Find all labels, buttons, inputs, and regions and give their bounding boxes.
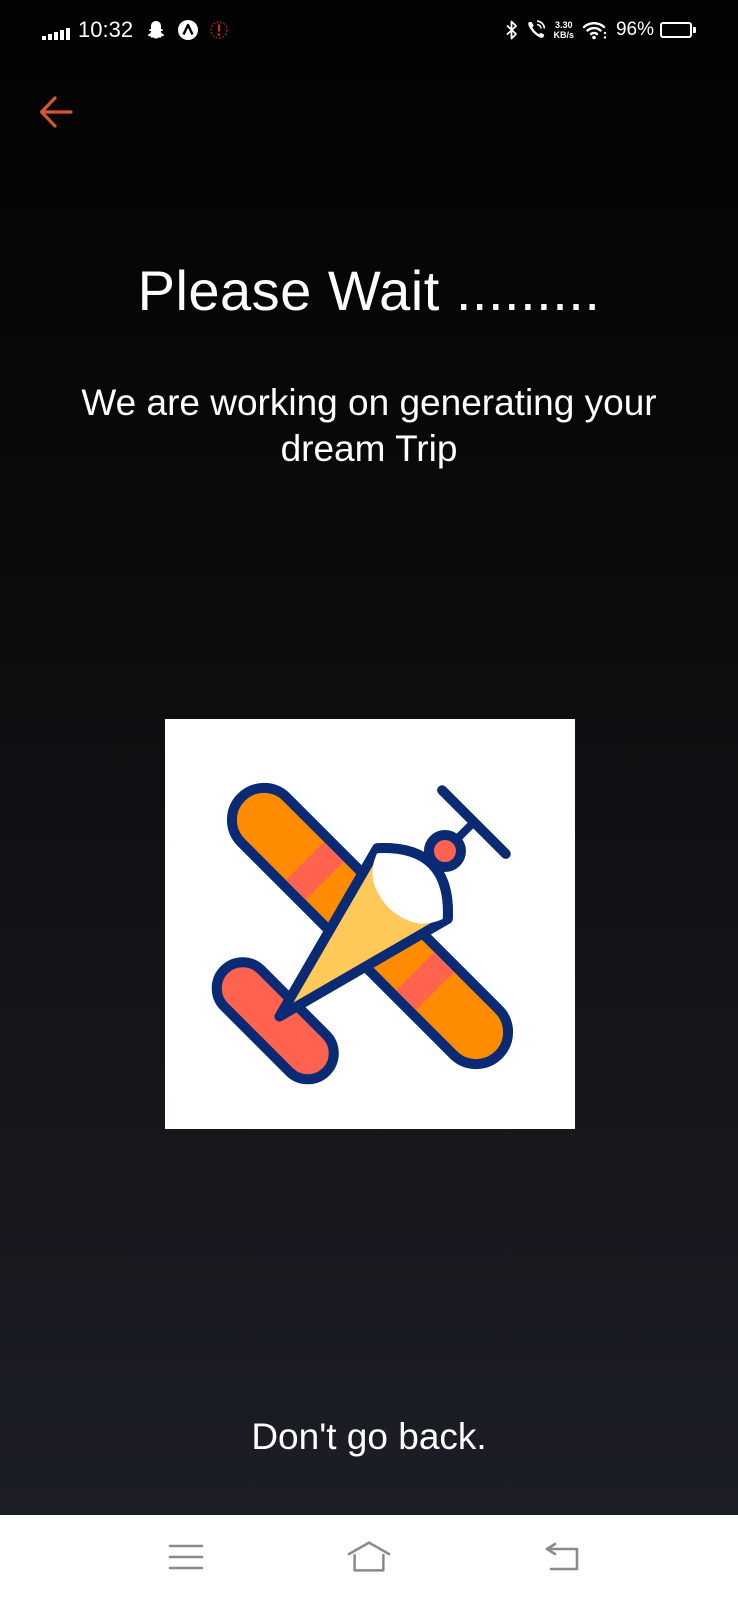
wifi-icon xyxy=(582,19,608,41)
net-speed-value: 3.30 xyxy=(554,20,573,30)
status-time: 10:32 xyxy=(78,17,134,42)
loading-illustration xyxy=(165,719,575,1129)
system-nav-bar xyxy=(0,1515,738,1600)
net-speed-unit: KB/s xyxy=(553,30,574,40)
status-bar: 10:32 3.30 KB/s 96% xyxy=(0,0,738,60)
battery-percent: 96% xyxy=(615,19,654,40)
app-a-icon xyxy=(177,19,199,41)
notification-icon xyxy=(209,20,229,40)
signal-icon xyxy=(42,26,70,40)
arrow-left-icon xyxy=(39,96,73,128)
home-icon xyxy=(347,1541,391,1572)
net-speed: 3.30 KB/s xyxy=(553,20,574,40)
back-icon xyxy=(545,1542,579,1571)
status-bar-right: 3.30 KB/s 96% xyxy=(505,14,696,46)
page-title: Please Wait ......... xyxy=(137,259,601,322)
warning-message: Don't go back. xyxy=(251,1416,487,1457)
nav-menu-button[interactable] xyxy=(163,1535,209,1579)
snapchat-icon xyxy=(145,19,167,41)
page-subtitle: We are working on generating your dream … xyxy=(81,382,657,469)
menu-icon xyxy=(168,1544,204,1570)
airplane-icon xyxy=(211,782,514,1085)
battery-icon xyxy=(660,22,696,38)
bluetooth-icon xyxy=(505,19,519,41)
nav-back-button[interactable] xyxy=(540,1535,586,1579)
wifi-calling-icon xyxy=(525,19,547,41)
nav-home-button[interactable] xyxy=(346,1535,392,1579)
status-bar-left: 10:32 xyxy=(42,14,239,46)
back-button[interactable] xyxy=(36,92,76,132)
